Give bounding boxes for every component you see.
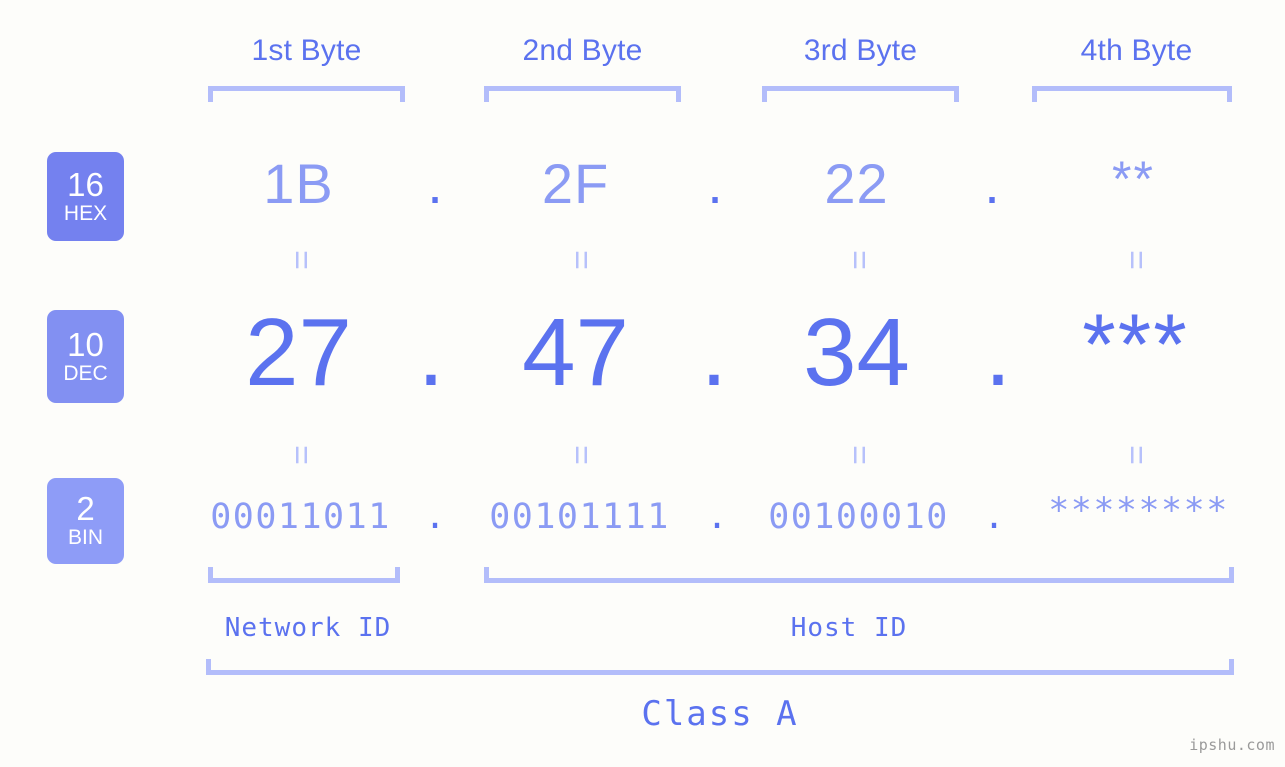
- bin-separator-2: .: [706, 497, 728, 537]
- equals-mark-dec-bin-3: =: [840, 445, 878, 465]
- byte-bracket-3: [762, 86, 959, 102]
- ip-address-breakdown-diagram: 1st Byte 2nd Byte 3rd Byte 4th Byte 16 H…: [0, 0, 1285, 767]
- radix-badge-dec: 10 DEC: [47, 310, 124, 403]
- bin-byte-4: ********: [1048, 491, 1229, 531]
- equals-mark-dec-bin-1: =: [282, 445, 320, 465]
- dec-separator-2: .: [700, 299, 728, 406]
- hex-byte-1: 1B: [263, 152, 334, 215]
- hex-separator-1: .: [427, 152, 443, 215]
- byte-bracket-1: [208, 86, 405, 102]
- bin-byte-3: 00100010: [768, 497, 949, 537]
- hex-byte-4: **: [1112, 151, 1155, 207]
- byte-header-4: 4th Byte: [1080, 34, 1193, 67]
- host-id-bracket: [484, 567, 1234, 583]
- network-id-bracket: [208, 567, 400, 583]
- dec-byte-2: 47: [522, 299, 629, 406]
- dec-byte-4: ***: [1082, 297, 1189, 393]
- bin-separator-1: .: [424, 497, 446, 537]
- hex-byte-3: 22: [824, 152, 889, 215]
- equals-mark-hex-dec-4: =: [1117, 250, 1155, 270]
- equals-mark-dec-bin-2: =: [562, 445, 600, 465]
- hex-byte-2: 2F: [541, 152, 610, 215]
- equals-mark-hex-dec-1: =: [282, 250, 320, 270]
- radix-badge-hex-number: 16: [67, 165, 104, 203]
- class-label: Class A: [641, 694, 799, 734]
- radix-badge-bin-name: BIN: [67, 526, 103, 549]
- radix-badge-bin-number: 2: [76, 490, 95, 527]
- watermark: ipshu.com: [1189, 736, 1275, 754]
- dec-byte-3: 34: [803, 299, 910, 406]
- host-id-label: Host ID: [790, 613, 908, 643]
- radix-badge-hex-name: HEX: [63, 201, 108, 225]
- equals-mark-hex-dec-3: =: [840, 250, 878, 270]
- radix-badge-bin: 2 BIN: [47, 478, 124, 564]
- bin-byte-1: 00011011: [210, 497, 391, 537]
- dec-separator-1: .: [417, 299, 445, 406]
- equals-mark-dec-bin-4: =: [1117, 445, 1155, 465]
- class-bracket: [206, 659, 1234, 675]
- network-id-label: Network ID: [224, 613, 392, 643]
- byte-bracket-2: [484, 86, 681, 102]
- equals-mark-hex-dec-2: =: [562, 250, 600, 270]
- byte-header-2: 2nd Byte: [522, 34, 643, 67]
- radix-badge-hex: 16 HEX: [47, 152, 124, 241]
- hex-separator-2: .: [707, 152, 723, 215]
- radix-badge-dec-name: DEC: [63, 361, 108, 385]
- hex-separator-3: .: [984, 152, 1000, 215]
- dec-separator-3: .: [984, 299, 1012, 406]
- byte-header-1: 1st Byte: [251, 34, 362, 67]
- bin-byte-2: 00101111: [489, 497, 670, 537]
- byte-bracket-4: [1032, 86, 1232, 102]
- dec-byte-1: 27: [245, 299, 352, 406]
- radix-badge-dec-number: 10: [67, 325, 104, 363]
- bin-separator-3: .: [983, 497, 1005, 537]
- byte-header-3: 3rd Byte: [803, 34, 918, 67]
